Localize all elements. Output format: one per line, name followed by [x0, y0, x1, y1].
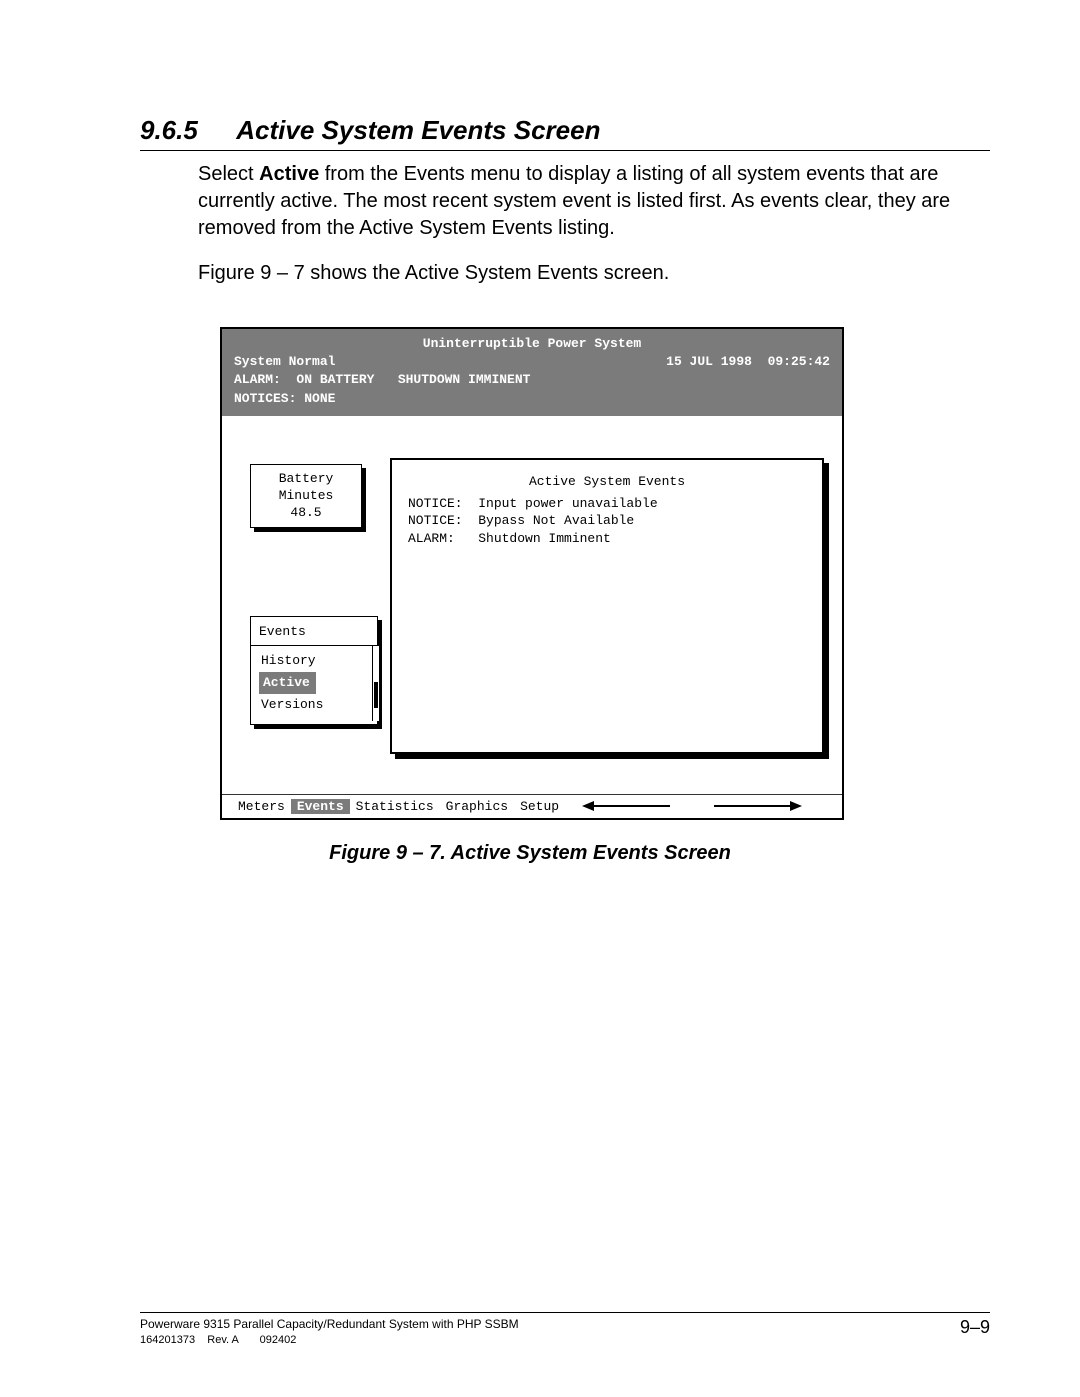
menubar-events[interactable]: Events — [291, 799, 350, 814]
heading-rule — [140, 150, 990, 151]
menubar-meters[interactable]: Meters — [232, 799, 291, 814]
figure-caption: Figure 9 – 7. Active System Events Scree… — [220, 842, 840, 865]
alarm-line: ALARM: ON BATTERY SHUTDOWN IMMINENT — [234, 371, 830, 389]
terminal-title: Uninterruptible Power System — [234, 335, 830, 353]
events-panel: Active System Events NOTICE: Input power… — [390, 458, 824, 754]
menu-scrollbar[interactable] — [372, 646, 380, 721]
menu-item-versions[interactable]: Versions — [259, 694, 325, 716]
terminal-menubar[interactable]: Meters Events Statistics Graphics Setup — [222, 794, 842, 818]
arrow-left-icon[interactable] — [582, 800, 672, 812]
menubar-statistics[interactable]: Statistics — [350, 799, 440, 814]
page-footer: Powerware 9315 Parallel Capacity/Redunda… — [140, 1312, 990, 1347]
menu-item-active[interactable]: Active — [259, 672, 316, 694]
footer-line1: Powerware 9315 Parallel Capacity/Redunda… — [140, 1317, 519, 1333]
events-menu-box[interactable]: Events History Active Versions — [250, 616, 378, 725]
section-title: Active System Events Screen — [236, 115, 600, 145]
battery-l2: Minutes — [251, 488, 361, 505]
menu-item-history[interactable]: History — [259, 650, 318, 672]
menubar-setup[interactable]: Setup — [514, 799, 565, 814]
menubar-graphics[interactable]: Graphics — [440, 799, 514, 814]
events-panel-title: Active System Events — [408, 474, 806, 489]
battery-l1: Battery — [251, 471, 361, 488]
menu-scrollbar-thumb[interactable] — [374, 682, 378, 708]
p1-a: Select — [198, 163, 259, 185]
terminal-header: Uninterruptible Power System System Norm… — [222, 329, 842, 416]
battery-box: Battery Minutes 48.5 — [250, 464, 362, 529]
p1-b: Active — [259, 163, 319, 185]
page-number: 9–9 — [960, 1317, 990, 1338]
paragraph-2: Figure 9 – 7 shows the Active System Eve… — [198, 260, 990, 287]
footer-line2: 164201373 Rev. A 092402 — [140, 1333, 519, 1347]
body-text: Select Active from the Events menu to di… — [198, 161, 990, 287]
arrow-right-icon[interactable] — [712, 800, 802, 812]
terminal-time: 09:25:42 — [768, 354, 830, 369]
section-number: 9.6.5 — [140, 115, 230, 146]
events-menu-title: Events — [259, 621, 369, 643]
notices-line: NOTICES: NONE — [234, 390, 830, 408]
system-status: System Normal — [234, 353, 335, 371]
terminal-date: 15 JUL 1998 — [666, 354, 752, 369]
battery-l3: 48.5 — [251, 505, 361, 522]
events-list: NOTICE: Input power unavailable NOTICE: … — [408, 495, 806, 548]
section-heading: 9.6.5 Active System Events Screen — [140, 115, 990, 146]
terminal-screenshot: Uninterruptible Power System System Norm… — [220, 327, 840, 865]
